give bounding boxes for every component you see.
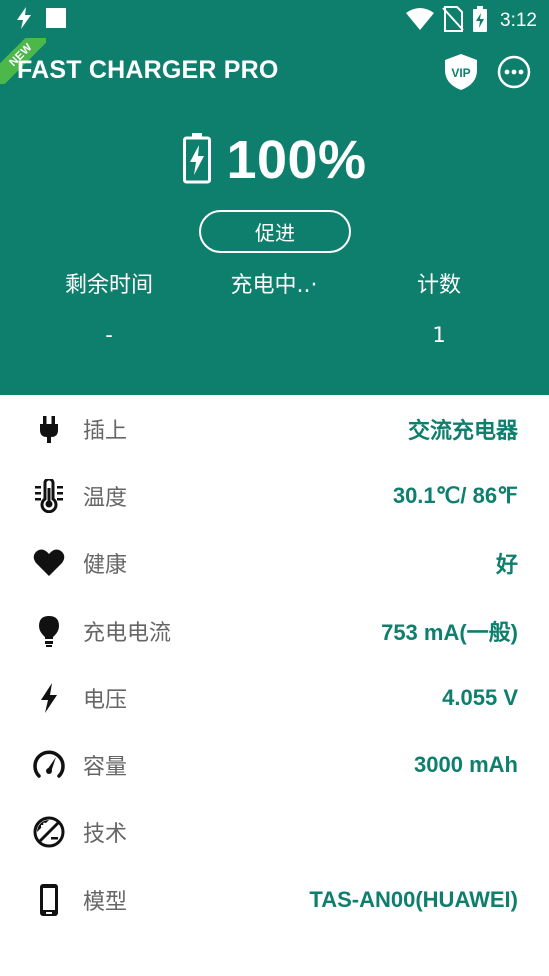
vip-shield-icon: VIP [445, 54, 477, 90]
no-sim-icon [442, 6, 464, 36]
stat-count: 计数 1 [359, 270, 519, 350]
info-label: 插上 [83, 418, 128, 444]
info-label: 电压 [83, 687, 128, 713]
more-options-icon [497, 55, 531, 89]
stat-remaining-time: 剩余时间 - [29, 270, 189, 350]
info-label: 技术 [83, 822, 128, 848]
info-value: 交流充电器 [407, 417, 518, 443]
stat-label: 计数 [416, 273, 461, 298]
status-bar: 3:12 [0, 0, 549, 38]
more-options-button[interactable] [497, 55, 531, 89]
info-label: 健康 [83, 553, 128, 579]
info-label: 容量 [83, 755, 128, 781]
stat-label: 充电中..· [230, 273, 318, 298]
wifi-icon [406, 8, 435, 34]
stat-charging-status: 充电中..· [194, 270, 354, 350]
battery-charging-icon [472, 6, 488, 36]
promote-button[interactable]: 促进 [199, 210, 351, 253]
stat-label: 剩余时间 [64, 273, 153, 298]
phone-icon [32, 883, 66, 917]
vip-button[interactable]: VIP [443, 53, 479, 91]
info-row-technology: 技术 [0, 799, 549, 866]
vip-label: VIP [451, 66, 470, 80]
battery-level-row: 100% [0, 128, 549, 192]
status-time: 3:12 [500, 10, 537, 31]
info-label: 充电电流 [83, 620, 172, 646]
info-row-temperature: 温度 30.1℃/ 86℉ [0, 462, 549, 529]
stat-value [194, 320, 354, 350]
info-row-health: 健康 好 [0, 530, 549, 597]
app-title: FAST CHARGER PRO [17, 56, 279, 84]
info-row-charging-current: 充电电流 753 mA(一般) [0, 597, 549, 664]
battery-percent: 100% [226, 130, 367, 190]
info-value: 753 mA(一般) [381, 619, 518, 645]
info-value: TAS-AN00(HUAWEI) [309, 886, 518, 912]
info-value: 4.055 V [442, 684, 518, 710]
battery-info-list: 插上 交流充电器 温度 30.1℃/ 86℉ 健康 好 充电电流 753 mA(… [0, 395, 549, 933]
speedometer-icon [32, 748, 66, 782]
technology-icon [32, 815, 66, 849]
info-row-capacity: 容量 3000 mAh [0, 731, 549, 798]
stat-value: - [105, 323, 113, 347]
stat-value: 1 [432, 323, 446, 347]
info-row-model: 模型 TAS-AN00(HUAWEI) [0, 866, 549, 933]
info-value: 3000 mAh [414, 752, 518, 778]
info-label: 模型 [83, 889, 128, 915]
header-panel: 3:12 NEW FAST CHARGER PRO VIP 100% 促进 剩余… [0, 0, 549, 395]
lightbulb-icon [32, 614, 66, 648]
battery-icon [182, 132, 212, 188]
info-label: 温度 [83, 485, 128, 511]
info-value: 30.1℃/ 86℉ [392, 482, 518, 508]
flash-icon [16, 7, 32, 33]
heart-icon [32, 546, 66, 580]
thermometer-icon [32, 477, 66, 514]
info-row-voltage: 电压 4.055 V [0, 664, 549, 731]
info-value: 好 [495, 552, 518, 578]
plug-icon [32, 412, 66, 446]
info-row-plugged: 插上 交流充电器 [0, 395, 549, 462]
lightning-icon [32, 681, 66, 715]
square-notification-icon [46, 8, 66, 32]
